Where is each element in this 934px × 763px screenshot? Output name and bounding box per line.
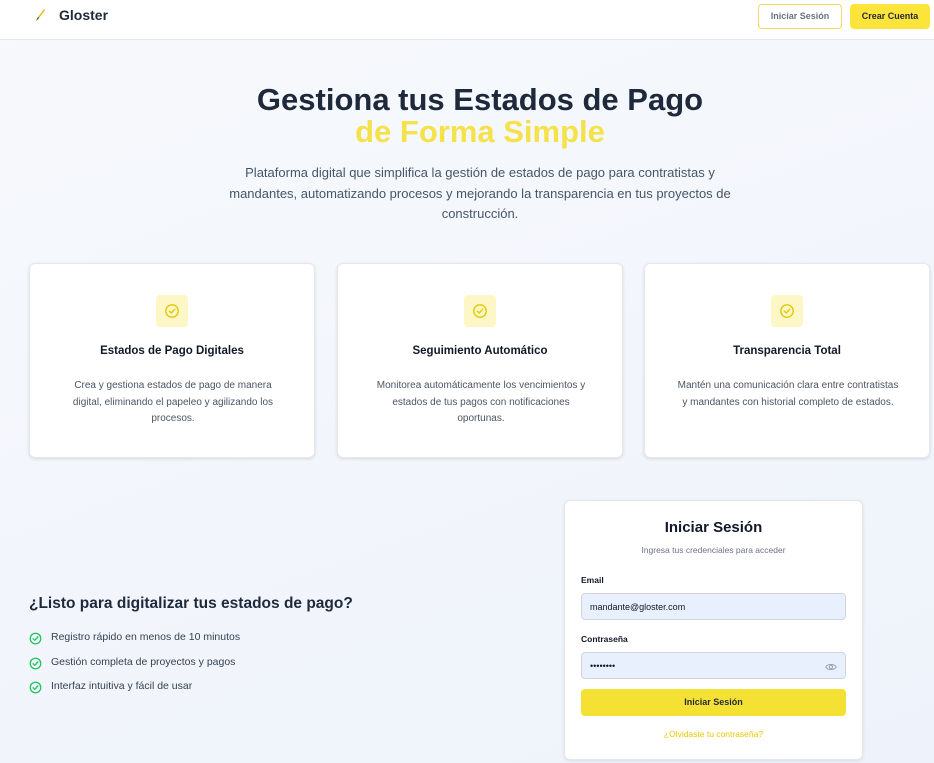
check-circle-icon — [29, 632, 42, 645]
email-label: Email — [581, 575, 604, 585]
list-item-text: Interfaz intuitiva y fácil de usar — [51, 680, 193, 692]
feature-description: Monitorea automáticamente los vencimient… — [376, 380, 586, 424]
feature-card-tracking: Seguimiento Automático Monitorea automát… — [337, 263, 623, 458]
hero-title: Gestiona tus Estados de Pago — [256, 82, 704, 117]
hero-title-highlight: de Forma Simple — [355, 114, 605, 149]
feature-card-digital: Estados de Pago Digitales Crea y gestion… — [29, 263, 315, 458]
list-item-text: Registro rápido en menos de 10 minutos — [51, 631, 241, 643]
create-account-button[interactable]: Crear Cuenta — [850, 4, 930, 29]
feature-title: Estados de Pago Digitales — [100, 345, 244, 357]
forgot-password-link[interactable]: ¿Olvidaste tu contraseña? — [565, 729, 862, 739]
check-circle-icon — [780, 304, 794, 318]
pencil-logo-icon — [36, 9, 45, 21]
cta-title: ¿Listo para digitalizar tus estados de p… — [29, 595, 353, 612]
password-label: Contraseña — [581, 634, 628, 644]
feature-title: Transparencia Total — [733, 345, 841, 357]
login-subtitle: Ingresa tus credenciales para acceder — [641, 545, 786, 555]
feature-card-transparency: Transparencia Total Mantén una comunicac… — [644, 263, 930, 458]
login-button[interactable]: Iniciar Sesión — [758, 4, 842, 29]
check-circle-icon — [473, 304, 487, 318]
feature-badge — [464, 295, 496, 327]
check-circle-icon — [29, 681, 42, 694]
feature-description: Crea y gestiona estados de pago de maner… — [72, 380, 274, 424]
feature-description: Mantén una comunicación clara entre cont… — [677, 380, 899, 408]
brand-name[interactable]: Gloster — [59, 7, 108, 23]
list-item-text: Gestión completa de proyectos y pagos — [51, 655, 236, 668]
eye-icon[interactable] — [825, 661, 837, 673]
password-field[interactable] — [581, 652, 846, 679]
login-title: Iniciar Sesión — [664, 519, 763, 536]
hero-description: Plataforma digital que simplifica la ges… — [229, 165, 731, 221]
check-circle-icon — [29, 657, 42, 669]
check-circle-icon — [165, 304, 179, 318]
feature-badge — [771, 295, 803, 327]
feature-badge — [156, 295, 188, 327]
email-field[interactable] — [581, 593, 846, 620]
top-navbar: Gloster Iniciar Sesión Crear Cuenta — [0, 0, 934, 40]
feature-title: Seguimiento Automático — [412, 345, 548, 357]
login-submit-button[interactable]: Iniciar Sesión — [581, 689, 846, 716]
login-card: Iniciar Sesión Ingresa tus credenciales … — [564, 500, 863, 760]
